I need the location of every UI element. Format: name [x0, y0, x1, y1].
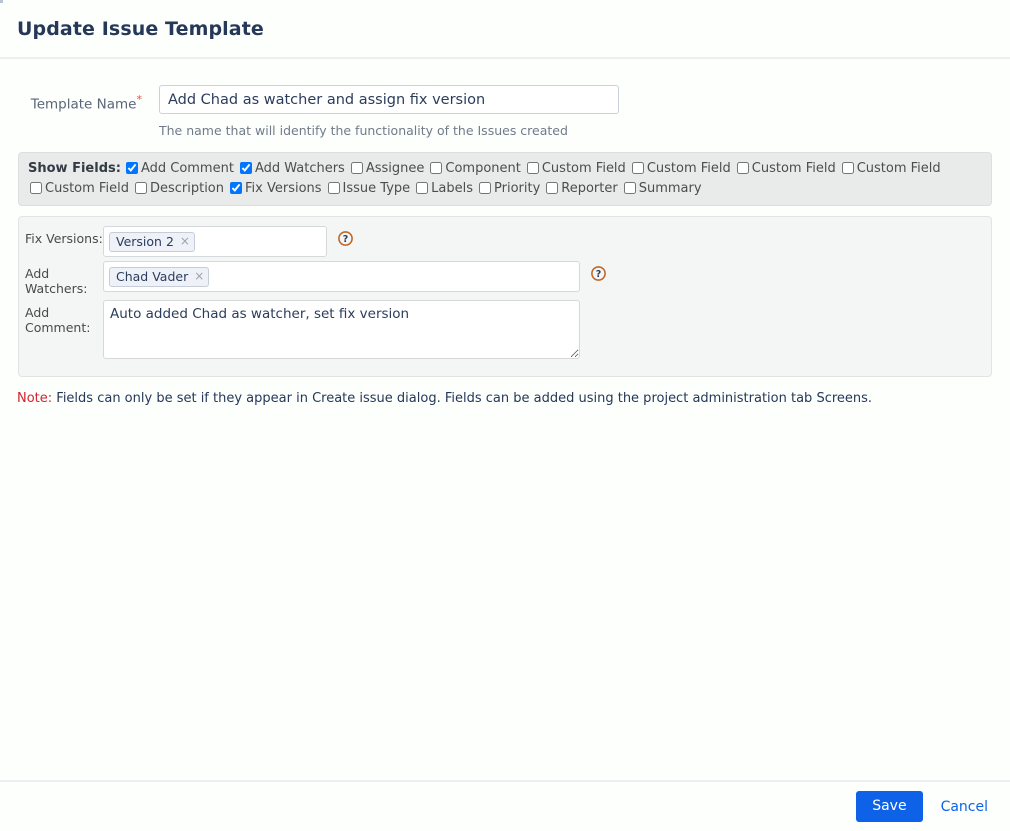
show-field-checkbox-14[interactable] [546, 181, 559, 194]
add-comment-textarea[interactable] [103, 300, 580, 359]
show-field-label-7[interactable]: Custom Field [857, 161, 941, 176]
cancel-link[interactable]: Cancel [941, 799, 988, 815]
note-tag: Note: [17, 391, 53, 406]
show-field-label-4[interactable]: Custom Field [542, 161, 626, 176]
show-field-label-6[interactable]: Custom Field [752, 161, 836, 176]
show-field-item-15: Summary [622, 181, 706, 196]
corner-artifact [0, 0, 3, 3]
add-watchers-input[interactable]: Chad Vader × [103, 261, 580, 292]
show-field-checkbox-2[interactable] [350, 162, 363, 174]
show-field-checkbox-15[interactable] [623, 181, 636, 194]
add-watchers-label: Add Watchers: [25, 266, 88, 296]
show-field-label-8[interactable]: Custom Field [45, 181, 129, 196]
show-field-checkbox-12[interactable] [416, 181, 429, 194]
show-field-checkbox-5[interactable] [631, 162, 644, 174]
token-remove-icon[interactable]: × [194, 269, 204, 284]
show-field-label-3[interactable]: Component [445, 161, 520, 176]
show-field-item-13: Priority [477, 181, 544, 196]
show-field-label-14[interactable]: Reporter [561, 181, 617, 196]
show-field-label-13[interactable]: Priority [494, 181, 540, 196]
show-fields-items: Add Comment Add Watchers Assignee Component… [28, 161, 945, 196]
show-field-checkbox-1[interactable] [239, 162, 252, 174]
note-text: Fields can only be set if they appear in… [52, 391, 873, 406]
save-button[interactable]: Save [856, 791, 923, 822]
help-circle-icon[interactable]: ? [591, 266, 606, 285]
page-footer: Save Cancel [0, 780, 1010, 831]
note-line: Note: Fields can only be set if they app… [17, 391, 1010, 406]
show-field-label-2[interactable]: Assignee [366, 161, 425, 176]
show-field-label-5[interactable]: Custom Field [647, 161, 731, 176]
show-field-item-10: Fix Versions [228, 181, 326, 196]
show-field-checkbox-4[interactable] [526, 162, 539, 174]
add-comment-label: Add Comment: [25, 305, 91, 335]
show-field-item-8: Custom Field [28, 181, 133, 196]
show-field-label-1[interactable]: Add Watchers [255, 161, 345, 176]
show-field-item-0: Add Comment [124, 161, 238, 176]
add-comment-row: Add Comment: [25, 300, 981, 359]
show-field-label-12[interactable]: Labels [431, 181, 473, 196]
token-label: Chad Vader [116, 269, 189, 284]
show-field-checkbox-8[interactable] [30, 181, 42, 194]
show-field-item-4: Custom Field [525, 161, 630, 176]
token-remove-icon[interactable]: × [180, 234, 190, 249]
template-name-field-wrap: The name that will identify the function… [159, 85, 619, 138]
required-marker: * [136, 93, 143, 106]
show-field-checkbox-9[interactable] [134, 181, 147, 194]
template-name-input[interactable] [159, 85, 619, 114]
show-field-label-11[interactable]: Issue Type [343, 181, 411, 196]
show-field-label-0[interactable]: Add Comment [141, 161, 234, 176]
template-name-row: Template Name* The name that will identi… [0, 85, 1010, 138]
help-circle-icon[interactable]: ? [338, 231, 353, 250]
show-field-checkbox-7[interactable] [841, 162, 854, 174]
show-field-checkbox-0[interactable] [125, 162, 138, 174]
show-field-checkbox-11[interactable] [327, 181, 340, 194]
fix-versions-label: Fix Versions: [25, 231, 103, 246]
show-fields-panel: Show Fields: Add Comment Add Watchers Assig… [18, 152, 992, 206]
show-field-item-1: Add Watchers [238, 161, 349, 176]
show-field-checkbox-10[interactable] [230, 181, 242, 194]
show-field-item-2: Assignee [349, 161, 429, 176]
show-fields-title: Show Fields: [28, 161, 121, 176]
svg-text:?: ? [596, 269, 602, 280]
page-title: Update Issue Template [17, 17, 264, 40]
fix-versions-row: Fix Versions: Version 2 × ? [25, 226, 981, 257]
token-label: Version 2 [116, 234, 174, 249]
show-field-item-7: Custom Field [840, 161, 945, 176]
show-field-item-12: Labels [414, 181, 477, 196]
fix-versions-input[interactable]: Version 2 × [103, 226, 327, 257]
show-field-item-5: Custom Field [630, 161, 735, 176]
page-header: Update Issue Template [0, 0, 1010, 59]
show-field-item-9: Description [133, 181, 228, 196]
svg-text:?: ? [343, 234, 349, 245]
add-watchers-row: Add Watchers: Chad Vader × ? [25, 261, 981, 296]
show-field-checkbox-3[interactable] [430, 162, 443, 174]
show-field-item-6: Custom Field [735, 161, 840, 176]
token-fix-version[interactable]: Version 2 × [109, 232, 195, 252]
show-field-item-11: Issue Type [326, 181, 415, 196]
template-name-description: The name that will identify the function… [159, 123, 568, 138]
template-name-label: Template Name* [0, 85, 142, 113]
show-field-checkbox-6[interactable] [736, 162, 749, 174]
token-watcher[interactable]: Chad Vader × [109, 267, 210, 287]
show-field-item-3: Component [428, 161, 524, 176]
fields-panel: Fix Versions: Version 2 × ? Add Watchers:… [18, 216, 992, 377]
show-field-label-9[interactable]: Description [150, 181, 224, 196]
template-name-label-text: Template Name [30, 96, 137, 113]
show-field-checkbox-13[interactable] [479, 181, 491, 194]
show-field-label-15[interactable]: Summary [639, 181, 702, 196]
show-field-label-10[interactable]: Fix Versions [245, 181, 322, 196]
show-field-item-14: Reporter [544, 181, 621, 196]
form-body: Template Name* The name that will identi… [0, 85, 1010, 406]
